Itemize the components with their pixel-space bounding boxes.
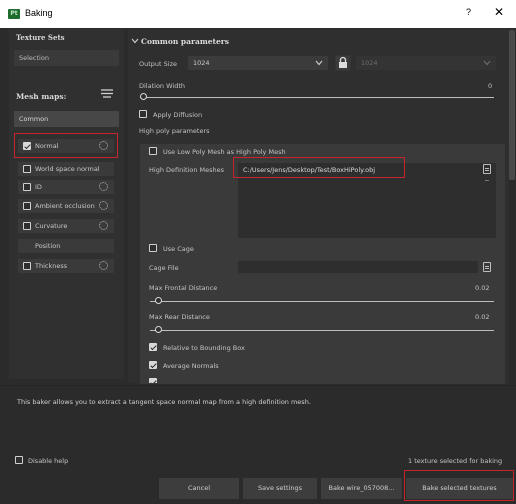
cancel-button[interactable]: Cancel	[159, 478, 239, 499]
high-poly-parameters-label: High poly parameters	[139, 127, 210, 135]
map-item-ambient-occlusion[interactable]: Ambient occlusion	[18, 199, 114, 213]
map-item-curvature[interactable]: Curvature	[18, 219, 114, 233]
max-frontal-slider-track[interactable]	[150, 301, 494, 302]
disable-help-label: Disable help	[28, 457, 69, 465]
world-space-normal-checkbox[interactable]	[23, 165, 31, 173]
partial-checkbox-wrap[interactable]	[149, 377, 159, 383]
use-cage-checkbox-wrap[interactable]	[149, 243, 159, 253]
close-button[interactable]: ✕	[494, 5, 504, 19]
title-bar	[0, 0, 516, 28]
bake-settings-icon[interactable]	[99, 182, 108, 191]
relative-to-bounding-box-label: Relative to Bounding Box	[163, 344, 245, 352]
bake-settings-icon[interactable]	[99, 201, 108, 210]
curvature-checkbox[interactable]	[23, 222, 31, 230]
mesh-maps-title: Mesh maps:	[16, 92, 67, 101]
chevron-down-icon	[483, 60, 491, 66]
output-size-secondary-value: 1024	[361, 59, 378, 67]
chevron-down-icon	[315, 60, 323, 66]
dilation-slider-handle[interactable]	[140, 93, 147, 100]
id-checkbox[interactable]	[23, 183, 31, 191]
map-item-id[interactable]: ID	[18, 180, 114, 194]
high-definition-meshes-label: High Definition Meshes	[149, 166, 225, 174]
output-size-value: 1024	[193, 59, 210, 67]
ambient-occlusion-checkbox[interactable]	[23, 202, 31, 210]
output-size-secondary-select: 1024	[356, 56, 496, 70]
cage-file-label: Cage File	[149, 264, 179, 272]
window-title: Baking	[25, 8, 53, 18]
bake-settings-icon[interactable]	[99, 261, 108, 270]
bake-wire-button[interactable]: Bake wire_057008...	[321, 478, 402, 499]
max-rear-slider-handle[interactable]	[155, 326, 162, 333]
footer-separator	[0, 385, 516, 386]
chevron-down-icon[interactable]	[131, 38, 139, 44]
highlight-bake-selected	[404, 470, 514, 501]
file-browse-icon[interactable]	[483, 164, 491, 174]
use-cage-label: Use Cage	[163, 245, 194, 253]
apply-diffusion-label: Apply Diffusion	[153, 111, 203, 119]
list-remove-icon[interactable]	[485, 180, 489, 181]
cage-file-input[interactable]	[238, 261, 478, 273]
dilation-width-label: Dilation Width	[139, 82, 186, 90]
app-logo-icon: Pt	[8, 9, 20, 19]
map-label: Curvature	[35, 222, 68, 230]
texture-set-selection[interactable]: Selection	[14, 50, 119, 66]
scrollbar-thumb[interactable]	[509, 30, 515, 180]
bake-settings-icon[interactable]	[99, 221, 108, 230]
dilation-slider-track[interactable]	[140, 97, 494, 98]
map-item-position[interactable]: Position	[18, 239, 114, 253]
map-label: ID	[35, 183, 42, 191]
texture-sets-title: Texture Sets	[16, 33, 65, 42]
map-label: Ambient occlusion	[35, 202, 95, 210]
use-low-poly-label: Use Low Poly Mesh as High Poly Mesh	[163, 148, 286, 156]
dilation-width-value: 0	[488, 82, 493, 90]
map-label: World space normal	[35, 165, 100, 173]
max-frontal-slider-handle[interactable]	[155, 297, 162, 304]
disable-help-checkbox-wrap[interactable]	[15, 455, 25, 465]
map-label: Thickness	[35, 262, 68, 270]
output-size-select[interactable]: 1024	[188, 56, 328, 70]
highlight-high-def-mesh	[233, 157, 405, 178]
baker-help-text: This baker allows you to extract a tange…	[17, 398, 311, 406]
save-settings-button[interactable]: Save settings	[243, 478, 317, 499]
filter-icon[interactable]	[100, 88, 114, 100]
lock-icon[interactable]	[335, 55, 351, 71]
common-parameters-title: Common parameters	[141, 37, 229, 46]
cage-file-browse-icon[interactable]	[483, 262, 491, 272]
common-tab[interactable]: Common	[14, 111, 119, 127]
output-size-label: Output Size	[139, 60, 177, 68]
max-rear-distance-value: 0.02	[475, 313, 490, 321]
apply-diffusion-checkbox-wrap[interactable]	[139, 109, 149, 119]
help-button[interactable]: ?	[466, 7, 471, 17]
map-item-thickness[interactable]: Thickness	[18, 259, 114, 273]
thickness-checkbox[interactable]	[23, 262, 31, 270]
use-low-poly-checkbox-wrap[interactable]	[149, 146, 159, 156]
max-frontal-distance-label: Max Frontal Distance	[149, 284, 218, 292]
max-rear-slider-track[interactable]	[150, 330, 494, 331]
highlight-normal	[14, 133, 118, 158]
average-normals-checkbox-wrap[interactable]	[149, 360, 159, 370]
max-frontal-distance-value: 0.02	[475, 284, 490, 292]
map-item-world-space-normal[interactable]: World space normal	[18, 162, 114, 176]
selected-count-text: 1 texture selected for baking	[408, 457, 503, 465]
max-rear-distance-label: Max Rear Distance	[149, 313, 210, 321]
relative-bbox-checkbox-wrap[interactable]	[149, 342, 159, 352]
map-label: Position	[35, 242, 61, 250]
average-normals-label: Average Normals	[163, 362, 219, 370]
